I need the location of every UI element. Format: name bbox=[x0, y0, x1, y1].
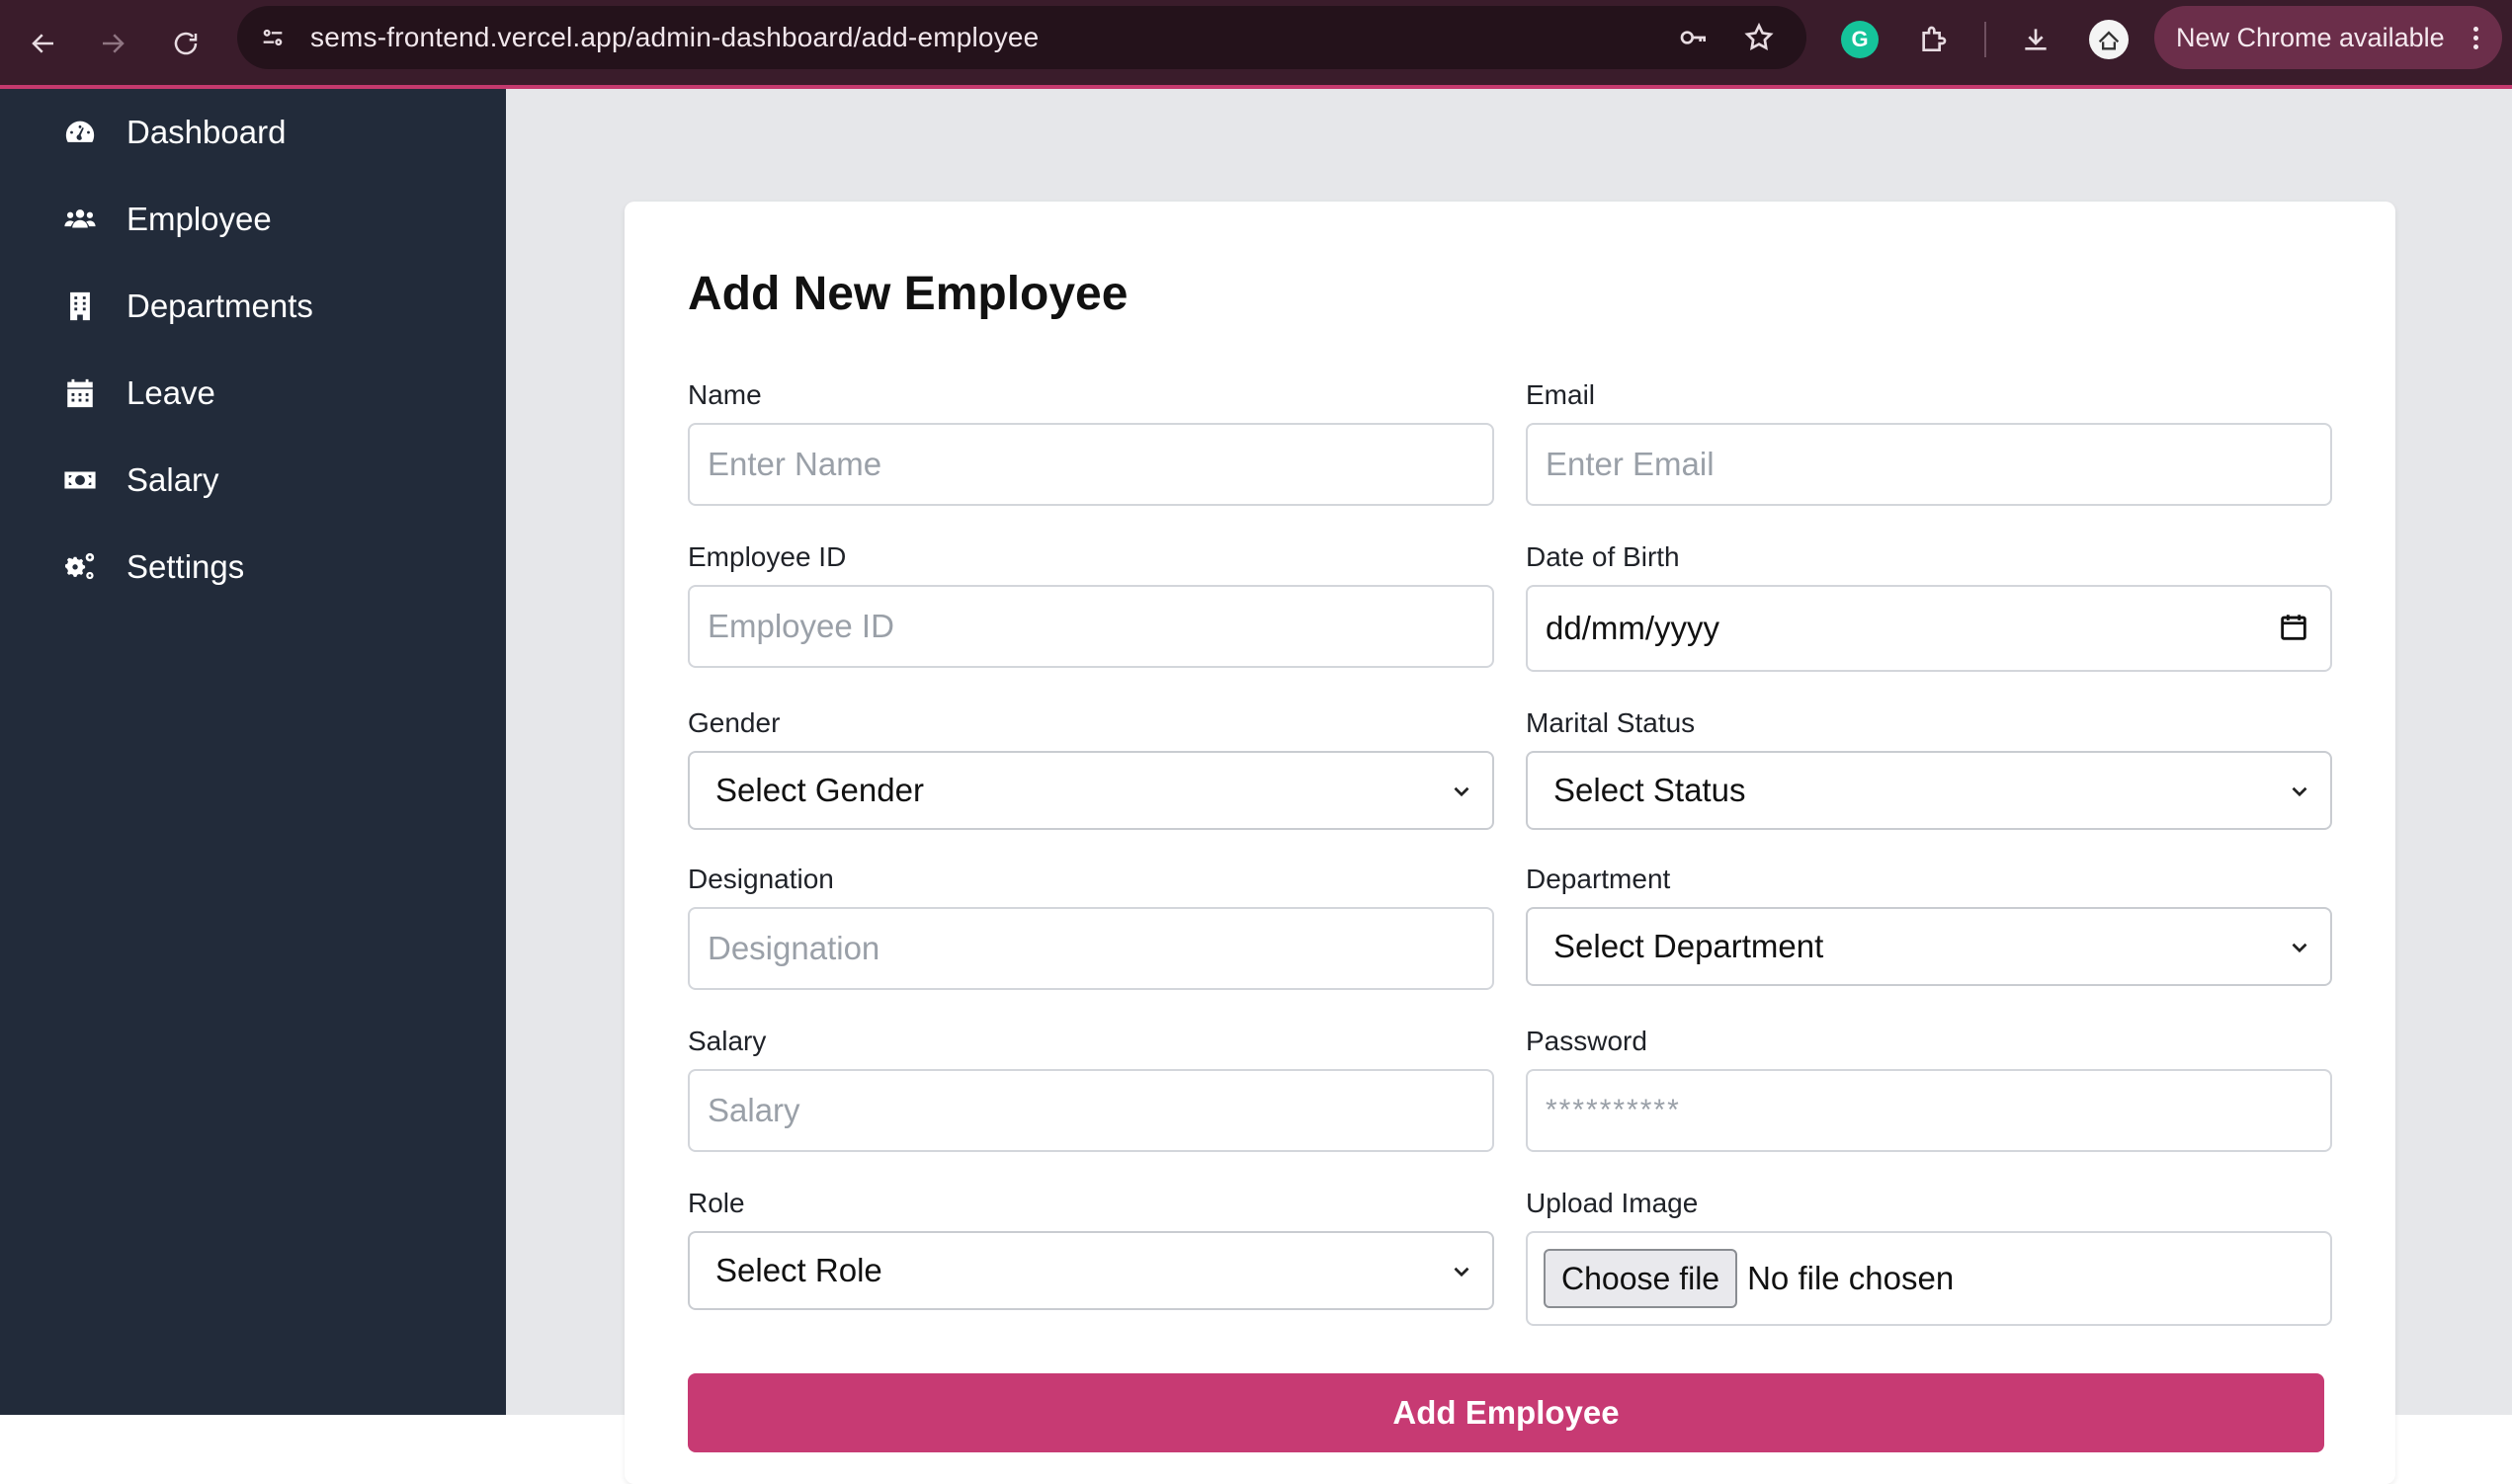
file-status-text: No file chosen bbox=[1747, 1260, 1955, 1296]
forward-arrow-icon[interactable] bbox=[85, 16, 140, 71]
salary-placeholder: Salary bbox=[708, 1092, 800, 1128]
sidebar-item-label: Departments bbox=[126, 288, 313, 324]
download-icon[interactable] bbox=[2014, 18, 2057, 61]
employee-id-input[interactable]: Employee ID bbox=[688, 585, 1494, 668]
more-vertical-icon[interactable] bbox=[2473, 6, 2478, 69]
sidebar-item-settings[interactable]: Settings bbox=[0, 524, 506, 611]
employee-id-placeholder: Employee ID bbox=[708, 608, 894, 644]
salary-label: Salary bbox=[688, 1026, 767, 1056]
add-employee-card: Add New Employee Name Enter Name Email E… bbox=[625, 202, 2395, 1484]
marital-status-select[interactable]: Select Status bbox=[1526, 751, 2332, 830]
designation-input[interactable]: Designation bbox=[688, 907, 1494, 990]
sidebar-item-label: Dashboard bbox=[126, 114, 287, 150]
password-key-icon[interactable] bbox=[1676, 20, 1712, 55]
chrome-update-label: New Chrome available bbox=[2176, 22, 2445, 52]
building-icon bbox=[59, 286, 101, 327]
dob-label: Date of Birth bbox=[1526, 541, 1680, 572]
role-label: Role bbox=[688, 1188, 745, 1218]
password-input[interactable]: ********** bbox=[1526, 1069, 2332, 1152]
password-label: Password bbox=[1526, 1026, 1647, 1056]
extensions-puzzle-icon[interactable] bbox=[1911, 18, 1955, 61]
dob-date-input[interactable]: dd/mm/yyyy bbox=[1526, 585, 2332, 672]
email-input[interactable]: Enter Email bbox=[1526, 423, 2332, 506]
email-label: Email bbox=[1526, 379, 1596, 410]
reload-icon[interactable] bbox=[158, 16, 213, 71]
grammarly-extension-icon[interactable]: G bbox=[1838, 18, 1882, 61]
designation-label: Designation bbox=[688, 864, 834, 894]
marital-status-label: Marital Status bbox=[1526, 707, 1696, 738]
chevron-down-icon bbox=[1454, 1267, 1469, 1278]
department-label: Department bbox=[1526, 864, 1671, 894]
profile-avatar[interactable] bbox=[2087, 18, 2131, 61]
upload-image-label: Upload Image bbox=[1526, 1188, 1699, 1218]
sidebar-item-leave[interactable]: Leave bbox=[0, 350, 506, 437]
page-title: Add New Employee bbox=[688, 268, 1129, 320]
name-input[interactable]: Enter Name bbox=[688, 423, 1494, 506]
chevron-down-icon bbox=[2292, 943, 2307, 953]
employee-id-label: Employee ID bbox=[688, 541, 847, 572]
dob-value: dd/mm/yyyy bbox=[1546, 610, 1720, 646]
department-selected: Select Department bbox=[1553, 928, 1824, 964]
sidebar-item-label: Salary bbox=[126, 461, 219, 498]
calendar-picker-icon[interactable] bbox=[2277, 611, 2310, 644]
add-employee-button[interactable]: Add Employee bbox=[688, 1373, 2324, 1452]
password-placeholder: ********** bbox=[1546, 1094, 1681, 1126]
chevron-down-icon bbox=[2292, 786, 2307, 797]
gears-icon bbox=[59, 546, 101, 588]
department-select[interactable]: Select Department bbox=[1526, 907, 2332, 986]
gender-label: Gender bbox=[688, 707, 781, 738]
users-icon bbox=[59, 199, 101, 240]
name-placeholder: Enter Name bbox=[708, 446, 882, 482]
sidebar-item-dashboard[interactable]: Dashboard bbox=[0, 89, 506, 176]
sidebar-item-salary[interactable]: Salary bbox=[0, 437, 506, 524]
role-selected: Select Role bbox=[715, 1252, 882, 1288]
sidebar-item-label: Employee bbox=[126, 201, 272, 237]
browser-toolbar: sems-frontend.vercel.app/admin-dashboard… bbox=[0, 0, 2512, 87]
dashboard-gauge-icon bbox=[59, 112, 101, 153]
bookmark-star-icon[interactable] bbox=[1741, 20, 1777, 55]
upload-image-input[interactable]: Choose file No file chosen bbox=[1526, 1231, 2332, 1326]
back-arrow-icon[interactable] bbox=[16, 16, 71, 71]
salary-input[interactable]: Salary bbox=[688, 1069, 1494, 1152]
profile-icon bbox=[2089, 20, 2129, 59]
toolbar-divider bbox=[1984, 22, 1986, 57]
calendar-icon bbox=[59, 372, 101, 414]
site-settings-icon[interactable] bbox=[253, 18, 293, 57]
name-label: Name bbox=[688, 379, 762, 410]
designation-placeholder: Designation bbox=[708, 930, 880, 966]
address-bar[interactable]: sems-frontend.vercel.app/admin-dashboard… bbox=[237, 6, 1806, 69]
sidebar-item-label: Leave bbox=[126, 374, 215, 411]
sidebar-item-departments[interactable]: Departments bbox=[0, 263, 506, 350]
marital-status-selected: Select Status bbox=[1553, 772, 1746, 808]
url-text[interactable]: sems-frontend.vercel.app/admin-dashboard… bbox=[310, 6, 1039, 69]
chrome-update-button[interactable]: New Chrome available bbox=[2154, 6, 2502, 69]
sidebar-item-employee[interactable]: Employee bbox=[0, 176, 506, 263]
money-bill-icon bbox=[59, 459, 101, 501]
chevron-down-icon bbox=[1454, 786, 1469, 797]
sidebar: Dashboard Employee Departments Leave Sal… bbox=[0, 89, 506, 1415]
role-select[interactable]: Select Role bbox=[688, 1231, 1494, 1310]
sidebar-item-label: Settings bbox=[126, 548, 245, 585]
choose-file-button[interactable]: Choose file bbox=[1544, 1249, 1738, 1308]
gender-select[interactable]: Select Gender bbox=[688, 751, 1494, 830]
gender-selected: Select Gender bbox=[715, 772, 924, 808]
email-placeholder: Enter Email bbox=[1546, 446, 1715, 482]
